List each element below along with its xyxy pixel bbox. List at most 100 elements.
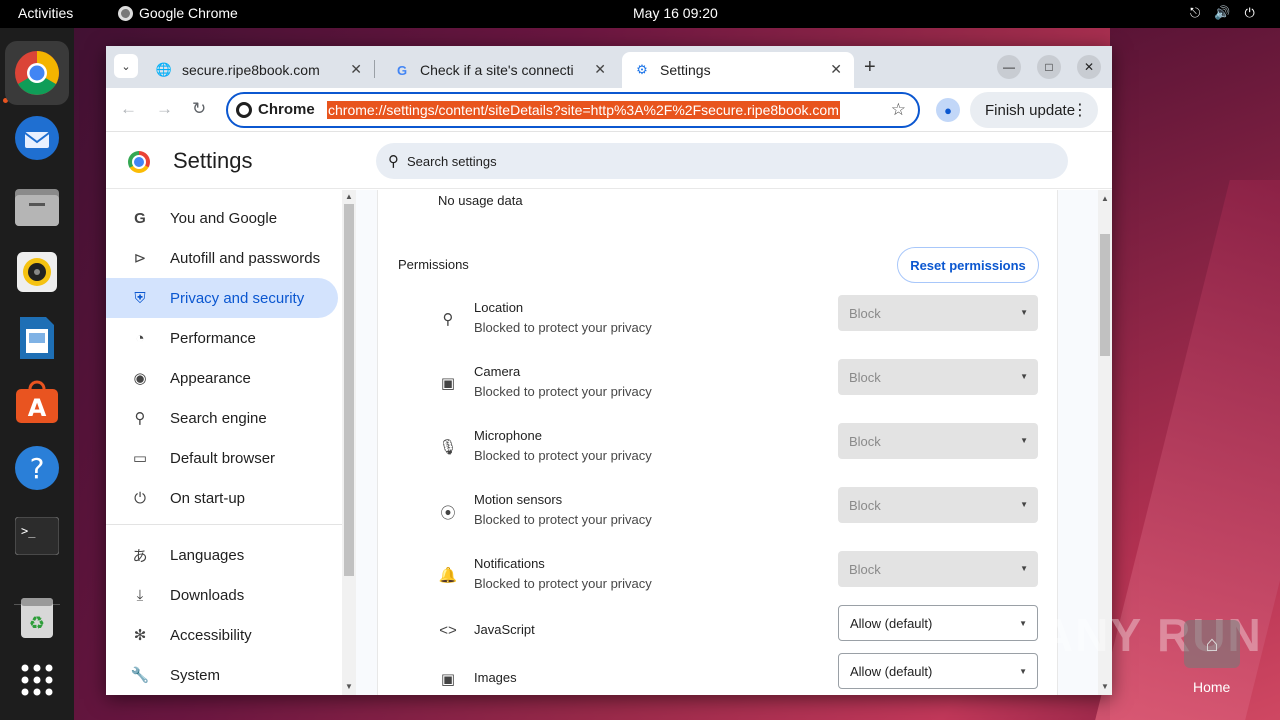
sidebar-item-appearance[interactable]: ◉ Appearance [106,358,338,398]
trash-icon: ♻ [21,598,53,638]
search-icon: ⚲ [134,410,146,427]
thunderbird-icon [15,116,59,160]
notifications-select[interactable]: Block ▼ [838,551,1038,587]
location-pin-icon: ⚲ [442,311,454,328]
permission-name: Images [474,670,517,685]
dock-help[interactable]: ? [13,444,61,492]
location-select[interactable]: Block ▼ [838,295,1038,331]
site-details-card: No usage data Permissions Reset permissi… [377,190,1058,695]
sidebar-item-accessibility[interactable]: ✻ Accessibility [106,615,338,655]
select-value: Block [849,561,881,577]
close-icon[interactable]: ✕ [830,61,842,78]
dock-chrome[interactable] [5,41,69,105]
bookmark-star-icon[interactable]: ☆ [891,100,906,120]
activities-button[interactable]: Activities [18,5,73,21]
globe-icon: 🌐 [155,62,173,77]
app-name: Google Chrome [139,5,238,21]
url-text[interactable]: chrome://settings/content/siteDetails?si… [327,101,840,119]
tab-title: Settings [660,62,711,78]
sidebar-item-default-browser[interactable]: ▭ Default browser [106,438,338,478]
scrollbar-thumb[interactable] [1100,234,1110,356]
new-tab-button[interactable]: + [864,56,876,79]
tab-search-button[interactable]: ⌄ [114,54,138,78]
scroll-up-icon[interactable]: ▲ [1101,194,1109,203]
translate-icon: あ [132,547,148,565]
scroll-down-icon[interactable]: ▼ [345,682,353,691]
images-select[interactable]: Allow (default) ▼ [838,653,1038,689]
scroll-down-icon[interactable]: ▼ [1101,682,1109,691]
chrome-window: ⌄ 🌐 secure.ripe8book.com ✕ G Check if a … [106,46,1112,695]
microphone-select[interactable]: Block ▼ [838,423,1038,459]
palette-icon: ◉ [133,370,147,387]
permission-status: Blocked to protect your privacy [474,384,652,399]
sidebar-item-label: Appearance [170,369,251,387]
sidebar-item-search-engine[interactable]: ⚲ Search engine [106,398,338,438]
chrome-chip[interactable]: Chrome [236,101,315,118]
sidebar-item-system[interactable]: 🔧 System [106,655,338,695]
usage-text: No usage data [438,193,523,208]
permission-status: Blocked to protect your privacy [474,576,652,591]
finish-update-button[interactable]: Finish update ⋮ [970,92,1098,128]
tab-ripe8book[interactable]: 🌐 secure.ripe8book.com ✕ [144,52,374,88]
select-value: Block [849,433,881,449]
dropdown-caret-icon: ▼ [1019,619,1027,628]
dock-app-center[interactable]: A [13,378,61,426]
settings-header: Settings ⚲ Search settings [106,133,1112,189]
sidebar-item-label: Performance [170,329,256,347]
kebab-menu-icon[interactable]: ⋮ [1072,100,1088,120]
reload-button[interactable]: ↻ [192,99,206,119]
home-folder-icon[interactable]: ⌂ [1184,620,1240,668]
permission-name: Camera [474,364,521,379]
system-tray[interactable]: ⎋ 🔊 ⏻ [1190,5,1255,21]
chevron-down-icon: ⌄ [121,60,131,73]
select-value: Allow (default) [850,615,933,631]
wrench-icon: 🔧 [130,667,150,684]
files-icon [15,189,59,226]
reset-permissions-button[interactable]: Reset permissions [897,247,1039,283]
search-settings-input[interactable]: ⚲ Search settings [376,143,1068,179]
sidebar-item-autofill[interactable]: ⊳ Autofill and passwords [106,238,338,278]
dock-trash[interactable]: ♻ [13,594,61,642]
dock-thunderbird[interactable] [13,114,61,162]
sidebar-item-privacy[interactable]: ⛨ Privacy and security [106,278,338,318]
scrollbar-thumb[interactable] [344,204,354,576]
sidebar-item-you-and-google[interactable]: G You and Google [106,198,338,238]
dock-terminal[interactable]: >_ [13,512,61,560]
svg-text:♻: ♻ [29,613,45,634]
sidebar-item-label: Search engine [170,409,267,427]
scroll-up-icon[interactable]: ▲ [345,192,353,201]
camera-select[interactable]: Block ▼ [838,359,1038,395]
close-window-button[interactable]: ✕ [1077,55,1101,79]
power-icon: ⏻ [134,489,146,507]
dock-writer[interactable] [13,314,61,362]
profile-button[interactable]: ● [936,98,960,122]
tab-check-site[interactable]: G Check if a site's connecti ✕ [382,52,618,88]
app-menu[interactable]: Google Chrome [118,5,238,21]
dock-rhythmbox[interactable] [13,248,61,296]
sidebar-item-performance[interactable]: ◔ Performance [106,318,338,358]
sidebar-item-startup[interactable]: ⏻ On start-up [106,478,338,518]
shield-icon: ⛨ [134,289,146,307]
tab-settings[interactable]: ⚙ Settings ✕ [622,52,854,88]
download-icon: ⤓ [136,586,144,604]
minimize-button[interactable]: — [997,55,1021,79]
javascript-select[interactable]: Allow (default) ▼ [838,605,1038,641]
back-arrow-icon: ← [120,99,137,118]
speaker-icon [17,252,57,292]
clock[interactable]: May 16 09:20 [633,5,718,21]
dock-files[interactable] [13,182,61,230]
show-apps-button[interactable] [13,656,61,704]
back-button[interactable]: ← [120,99,137,119]
motion-sensors-select[interactable]: Block ▼ [838,487,1038,523]
sidebar-item-languages[interactable]: あ Languages [106,535,338,575]
forward-button[interactable]: → [156,99,173,119]
sidebar-item-label: You and Google [170,209,278,227]
close-icon[interactable]: ✕ [350,61,362,78]
sidebar-scrollbar[interactable]: ▲ ▼ [342,190,356,695]
maximize-button[interactable]: □ [1037,55,1061,79]
dropdown-caret-icon: ▼ [1020,436,1028,445]
close-icon[interactable]: ✕ [594,61,606,78]
dropdown-caret-icon: ▼ [1020,308,1028,317]
sidebar-item-downloads[interactable]: ⤓ Downloads [106,575,338,615]
omnibox[interactable]: Chrome chrome://settings/content/siteDet… [226,92,920,128]
